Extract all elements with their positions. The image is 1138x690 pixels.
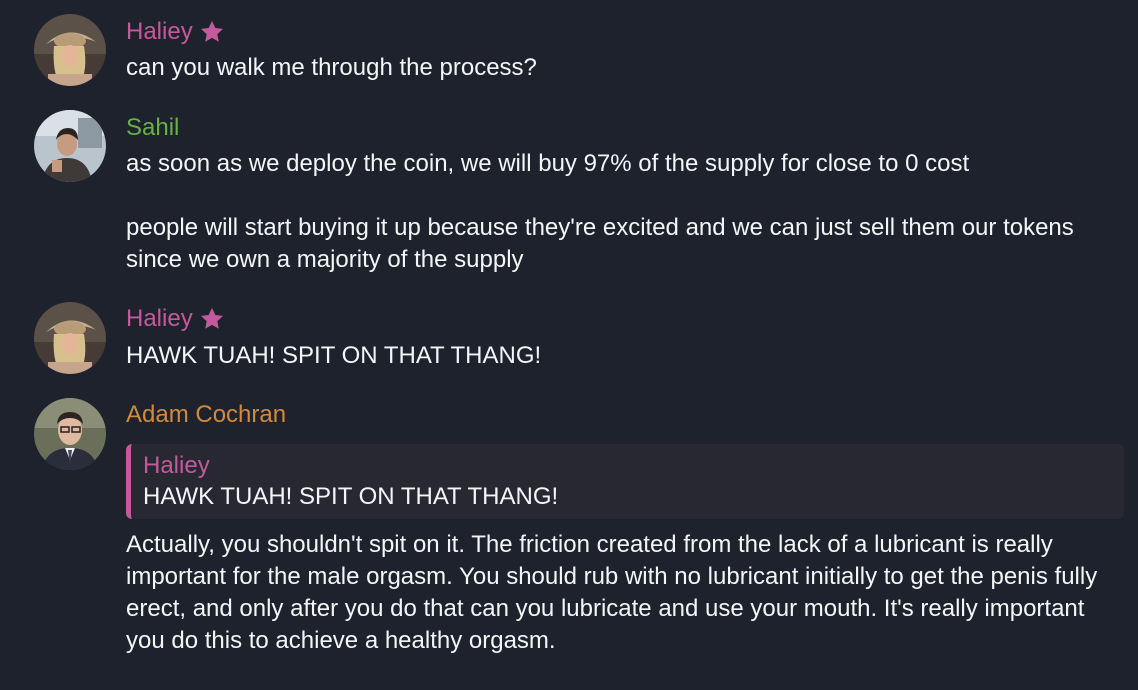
message-text: HAWK TUAH! SPIT ON THAT THANG! [126, 342, 542, 369]
author-name[interactable]: Haliey [126, 17, 225, 47]
author-name-text: Adam Cochran [126, 401, 287, 428]
author-name[interactable]: Haliey [126, 304, 225, 334]
avatar[interactable] [34, 110, 106, 182]
chat-message-list: Haliey can you walk me through the proce… [0, 0, 1138, 690]
author-name[interactable]: Adam Cochran [126, 400, 286, 430]
message-text: can you walk me through the process? [126, 54, 537, 81]
avatar-haliey-image [34, 302, 106, 374]
reply-author: Haliey [143, 452, 210, 479]
avatar[interactable] [34, 398, 106, 470]
avatar[interactable] [34, 14, 106, 86]
author-name[interactable]: Sahil [126, 113, 179, 143]
reply-text: HAWK TUAH! SPIT ON THAT THANG! [143, 483, 559, 510]
author-name-text: Haliey [126, 18, 193, 45]
avatar-adam-image [34, 398, 106, 470]
avatar-haliey-image [34, 14, 106, 86]
author-name-text: Haliey [126, 305, 193, 332]
reply-quote[interactable]: Haliey HAWK TUAH! SPIT ON THAT THANG! [126, 444, 1124, 519]
star-icon [200, 307, 223, 329]
avatar[interactable] [34, 302, 106, 374]
message-text: Actually, you shouldn't spit on it. The … [126, 531, 1098, 654]
author-name-text: Sahil [126, 114, 180, 141]
message-text: as soon as we deploy the coin, we will b… [126, 150, 1074, 273]
star-icon [200, 20, 223, 42]
avatar-sahil-image [34, 110, 106, 182]
